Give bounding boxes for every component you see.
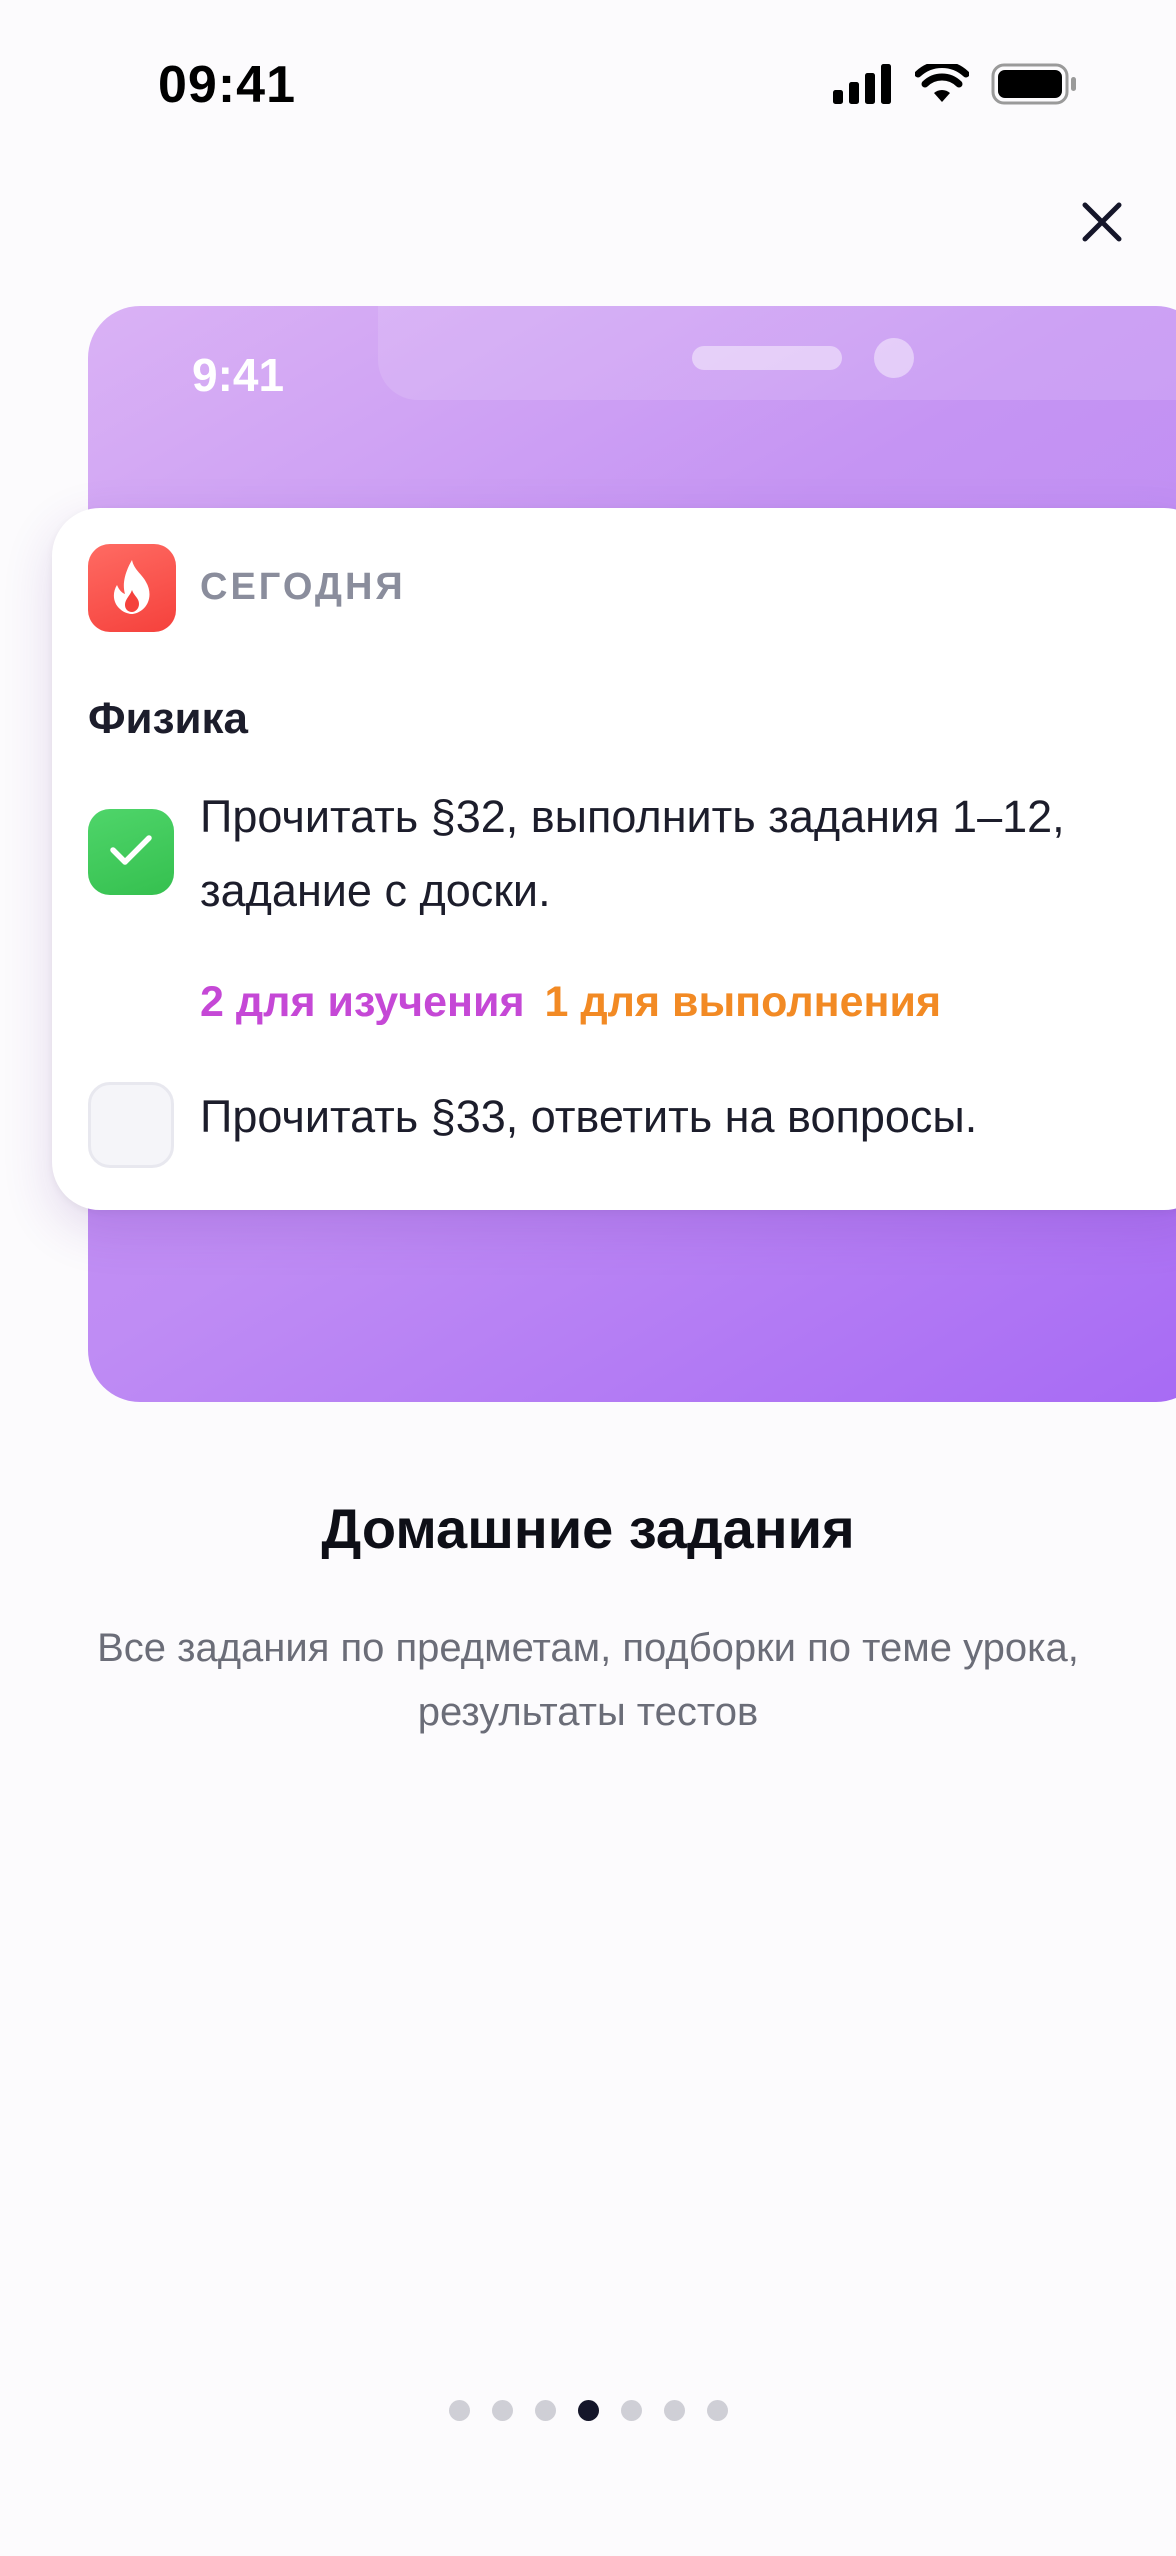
fire-icon <box>108 558 156 619</box>
task-text: Прочитать §32, выполнить задания 1–12, з… <box>200 791 1065 916</box>
page-indicator <box>0 2400 1176 2421</box>
page-dot-active[interactable] <box>577 2400 599 2421</box>
onboarding-subtitle: Все задания по предметам, подборки по те… <box>97 1626 1079 1734</box>
preview-speaker-pill <box>692 346 842 370</box>
task-checkbox-checked[interactable] <box>88 809 174 895</box>
wifi-icon <box>914 60 970 109</box>
subject-title: Физика <box>88 694 249 743</box>
page-dot[interactable] <box>491 2400 513 2421</box>
preview-time: 9:41 <box>192 349 285 401</box>
page-dot[interactable] <box>534 2400 556 2421</box>
onboarding-title: Домашние задания <box>321 1497 855 1560</box>
task-checkbox-unchecked[interactable] <box>88 1082 174 1168</box>
homework-card: СЕГОДНЯ Физика Прочитать §32, выполнить … <box>52 508 1176 1210</box>
section-label-today: СЕГОДНЯ <box>200 566 406 608</box>
page-dot[interactable] <box>663 2400 685 2421</box>
task-tags: 2 для изучения 1 для выполнения <box>200 978 941 1027</box>
battery-icon <box>991 63 1077 110</box>
tag-do: 1 для выполнения <box>544 978 942 1026</box>
status-time: 09:41 <box>158 56 296 114</box>
status-bar: 09:41 <box>0 0 1176 170</box>
fire-badge <box>88 544 176 632</box>
checkmark-icon <box>109 833 153 872</box>
cellular-signal-icon <box>833 63 893 109</box>
tag-study: 2 для изучения <box>200 978 525 1026</box>
page-dot[interactable] <box>620 2400 642 2421</box>
preview-camera-dot <box>874 338 914 378</box>
page-dot[interactable] <box>706 2400 728 2421</box>
close-button[interactable] <box>1070 192 1134 256</box>
close-icon <box>1080 200 1124 249</box>
status-icons <box>833 60 1077 110</box>
page-dot[interactable] <box>448 2400 470 2421</box>
task-text: Прочитать §33, ответить на вопросы. <box>200 1091 978 1142</box>
